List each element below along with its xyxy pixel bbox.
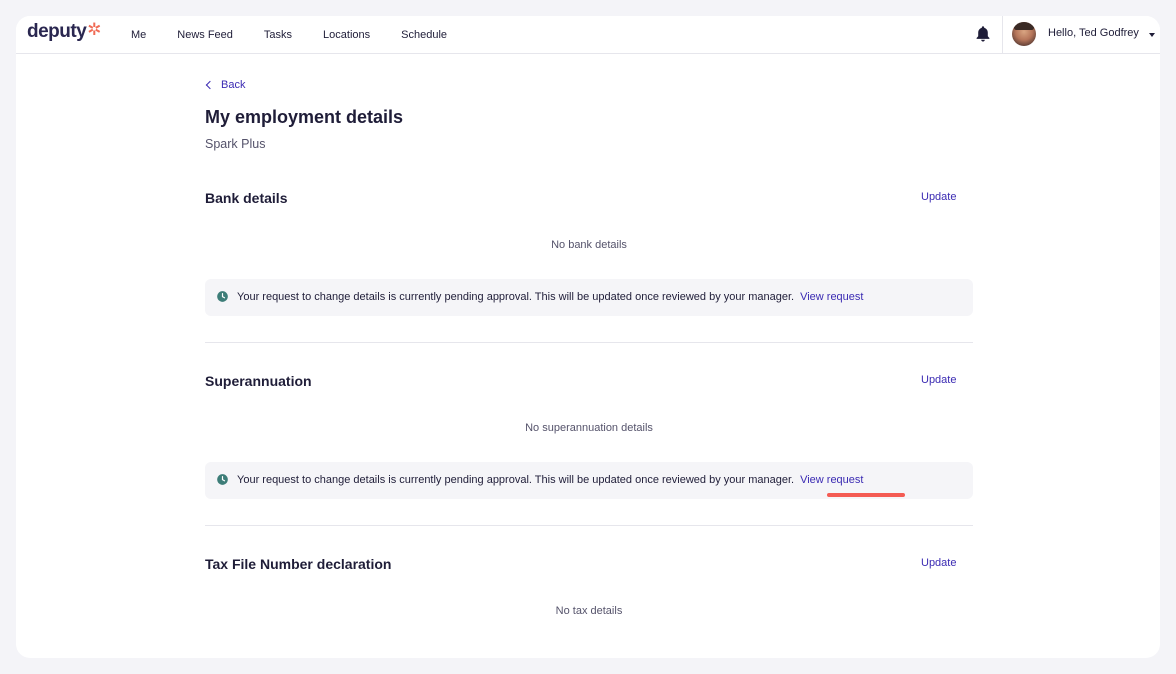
notice-text-bank: Your request to change details is curren… bbox=[237, 291, 863, 303]
view-request-link-superannuation[interactable]: View request bbox=[800, 474, 863, 486]
nav-item-schedule[interactable]: Schedule bbox=[401, 29, 447, 41]
bell-icon[interactable] bbox=[975, 25, 991, 43]
page-title: My employment details bbox=[205, 107, 404, 127]
notice-text-superannuation: Your request to change details is curren… bbox=[237, 474, 863, 486]
clock-icon bbox=[217, 474, 228, 485]
back-link[interactable]: Back bbox=[205, 79, 246, 91]
chevron-left-icon bbox=[205, 80, 215, 90]
section-title-tax-file-number: Tax File Number declaration bbox=[205, 556, 392, 572]
update-superannuation-button[interactable]: Update bbox=[921, 374, 956, 386]
caret-down-icon[interactable] bbox=[1149, 33, 1155, 37]
view-request-link-bank[interactable]: View request bbox=[800, 291, 863, 303]
clock-icon bbox=[217, 291, 228, 302]
main-nav: Me News Feed Tasks Locations Schedule bbox=[131, 16, 478, 53]
highlight-underline-mark bbox=[827, 493, 905, 497]
pending-notice-bank: Your request to change details is curren… bbox=[205, 279, 973, 316]
logo-text: deputy bbox=[27, 21, 87, 42]
section-divider bbox=[205, 342, 973, 343]
notice-message: Your request to change details is curren… bbox=[237, 291, 795, 303]
back-label: Back bbox=[221, 79, 246, 91]
section-title-superannuation: Superannuation bbox=[205, 373, 312, 389]
section-divider bbox=[205, 525, 973, 526]
page-subtitle: Spark Plus bbox=[205, 137, 266, 151]
nav-item-tasks[interactable]: Tasks bbox=[264, 29, 292, 41]
avatar[interactable] bbox=[1012, 22, 1036, 46]
nav-item-news-feed[interactable]: News Feed bbox=[177, 29, 233, 41]
empty-bank-details: No bank details bbox=[551, 239, 627, 251]
empty-superannuation: No superannuation details bbox=[525, 422, 653, 434]
header-divider bbox=[1002, 16, 1003, 53]
top-nav-bar: deputy ✲ Me News Feed Tasks Locations Sch… bbox=[16, 16, 1160, 54]
user-menu-label[interactable]: Hello, Ted Godfrey bbox=[1048, 27, 1139, 39]
notice-message: Your request to change details is curren… bbox=[237, 474, 795, 486]
avatar-hair bbox=[1014, 22, 1034, 30]
empty-tax-details: No tax details bbox=[555, 605, 623, 617]
nav-item-me[interactable]: Me bbox=[131, 29, 146, 41]
logo-star-icon: ✲ bbox=[87, 20, 102, 39]
nav-item-locations[interactable]: Locations bbox=[323, 29, 370, 41]
update-bank-details-button[interactable]: Update bbox=[921, 191, 956, 203]
section-title-bank-details: Bank details bbox=[205, 190, 288, 206]
app-window: deputy ✲ Me News Feed Tasks Locations Sch… bbox=[16, 16, 1160, 658]
deputy-logo[interactable]: deputy ✲ bbox=[27, 20, 102, 43]
update-tax-details-button[interactable]: Update bbox=[921, 557, 956, 569]
